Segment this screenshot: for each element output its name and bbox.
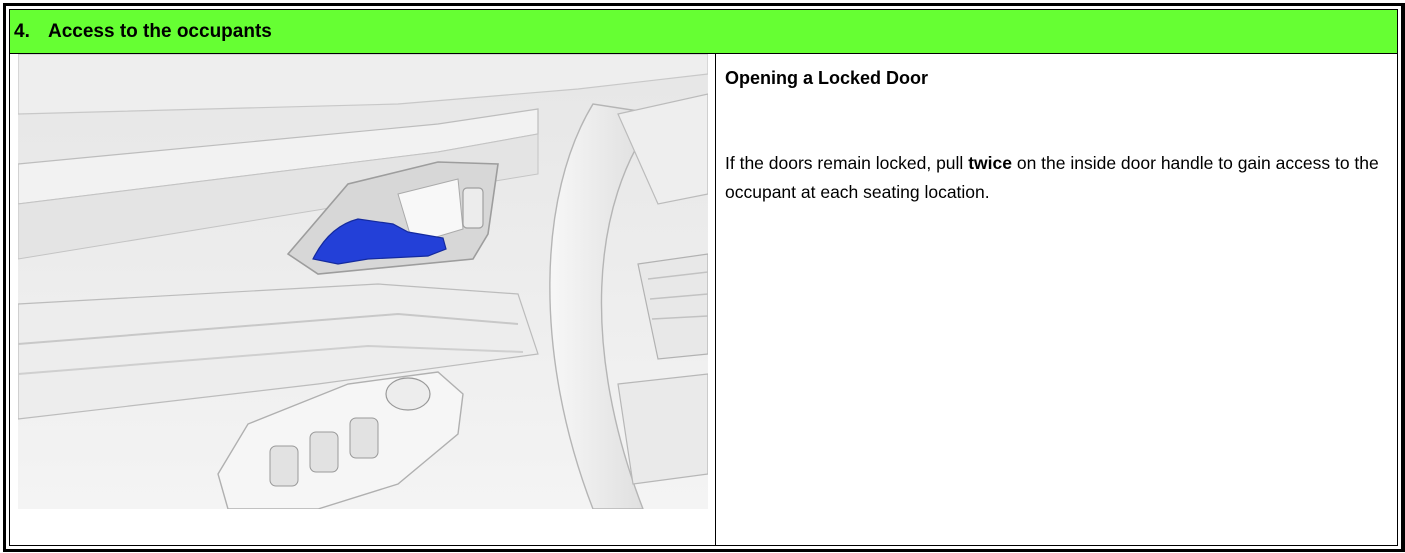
figure-cell xyxy=(10,54,716,545)
section-title: Access to the occupants xyxy=(48,20,272,42)
description-cell: Opening a Locked Door If the doors remai… xyxy=(716,54,1397,545)
section-table: 4. Access to the occupants Opening a Loc… xyxy=(9,9,1398,546)
paragraph-emphasis: twice xyxy=(968,153,1012,173)
section-number: 4. xyxy=(14,20,30,42)
instruction-paragraph: If the doors remain locked, pull twice o… xyxy=(725,149,1397,207)
door-handle-illustration xyxy=(18,54,708,509)
content-row: Opening a Locked Door If the doors remai… xyxy=(10,54,1397,545)
paragraph-text-start: If the doors remain locked, pull xyxy=(725,153,969,173)
page-frame: 4. Access to the occupants Opening a Loc… xyxy=(3,3,1405,552)
instruction-heading: Opening a Locked Door xyxy=(725,68,929,88)
section-header: 4. Access to the occupants xyxy=(10,10,1397,54)
